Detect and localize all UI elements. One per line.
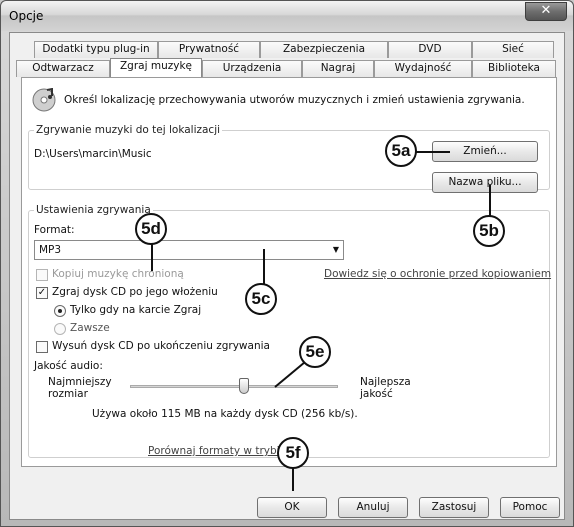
callout-5b-line	[489, 185, 491, 219]
music-path: D:\Users\marcin\Music	[34, 148, 152, 160]
tab-privacy[interactable]: Prywatność	[158, 41, 260, 58]
callout-5f: 5f	[277, 437, 309, 469]
ok-button[interactable]: OK	[257, 497, 327, 518]
copy-protect-label: Kopiuj muzykę chronioną	[52, 268, 184, 280]
only-on-rip-tab-label: Tylko gdy na karcie Zgraj	[70, 304, 202, 316]
always-radio[interactable]	[54, 323, 66, 335]
rip-settings-label: Ustawienia zgrywania	[34, 204, 153, 216]
callout-5a-line	[416, 151, 450, 153]
min-size-label: Najmniejszy rozmiar	[48, 376, 112, 400]
always-label: Zawsze	[70, 322, 110, 334]
tab-plugins[interactable]: Dodatki typu plug-in	[34, 41, 158, 58]
format-value: MP3	[39, 244, 62, 256]
header-description: Określ lokalizację przechowywania utworó…	[64, 94, 525, 106]
tab-burn[interactable]: Nagraj	[302, 60, 374, 77]
tab-rip-music[interactable]: Zgraj muzykę	[110, 58, 202, 77]
tab-performance[interactable]: Wydajność	[374, 60, 472, 77]
filename-button[interactable]: Nazwa pliku...	[432, 172, 538, 193]
radio-selected-dot	[58, 309, 62, 313]
tab-library[interactable]: Biblioteka	[472, 60, 556, 77]
cancel-button[interactable]: Anuluj	[338, 497, 408, 518]
callout-5d-line	[151, 241, 153, 271]
best-quality-label: Najlepsza jakość	[360, 376, 411, 400]
tab-dvd[interactable]: DVD	[388, 41, 472, 58]
location-group-label: Zgrywanie muzyki do tej lokalizacji	[34, 124, 223, 136]
callout-5a: 5a	[385, 135, 417, 167]
tab-player[interactable]: Odtwarzacz	[16, 60, 110, 77]
title-bar[interactable]: Opcje ✕	[1, 1, 573, 31]
apply-button[interactable]: Zastosuj	[419, 497, 489, 518]
options-window: Opcje ✕ Dodatki typu plug-in Prywatność …	[0, 0, 574, 527]
format-select[interactable]: MP3 ▼	[34, 240, 344, 260]
close-button[interactable]: ✕	[525, 2, 567, 21]
callout-5c-line	[263, 249, 265, 285]
tab-row-top: Dodatki typu plug-in Prywatność Zabezpie…	[34, 41, 554, 58]
rip-on-insert-checkbox[interactable]: ✓	[36, 287, 48, 299]
usage-text: Używa około 115 MB na każdy dysk CD (256…	[92, 408, 358, 420]
cd-music-icon	[32, 88, 56, 112]
tab-row-bottom: Odtwarzacz Zgraj muzykę Urządzenia Nagra…	[16, 58, 556, 77]
rip-music-panel: Określ lokalizację przechowywania utworó…	[21, 77, 557, 467]
callout-5c: 5c	[245, 283, 277, 315]
eject-label: Wysuń dysk CD po ukończeniu zgrywania	[52, 340, 270, 352]
callout-5f-line	[292, 467, 294, 491]
callout-5d: 5d	[135, 213, 167, 245]
chevron-down-icon: ▼	[332, 245, 339, 254]
tab-security[interactable]: Zabezpieczenia	[260, 41, 388, 58]
callout-5e: 5e	[299, 336, 331, 368]
format-label: Format:	[34, 224, 75, 236]
help-button[interactable]: Pomoc	[500, 497, 560, 518]
eject-checkbox[interactable]	[36, 341, 48, 353]
tab-devices[interactable]: Urządzenia	[202, 60, 302, 77]
audio-quality-label: Jakość audio:	[34, 360, 103, 372]
copy-protect-checkbox[interactable]	[36, 269, 48, 281]
quality-slider-thumb[interactable]	[239, 378, 250, 394]
only-on-rip-tab-radio[interactable]	[54, 305, 66, 317]
window-title: Opcje	[9, 9, 44, 23]
rip-on-insert-label: Zgraj dysk CD po jego włożeniu	[52, 286, 218, 298]
callout-5b: 5b	[473, 215, 505, 247]
tab-network[interactable]: Sieć	[472, 41, 554, 58]
copy-protect-link[interactable]: Dowiedz się o ochronie przed kopiowaniem	[324, 268, 551, 280]
